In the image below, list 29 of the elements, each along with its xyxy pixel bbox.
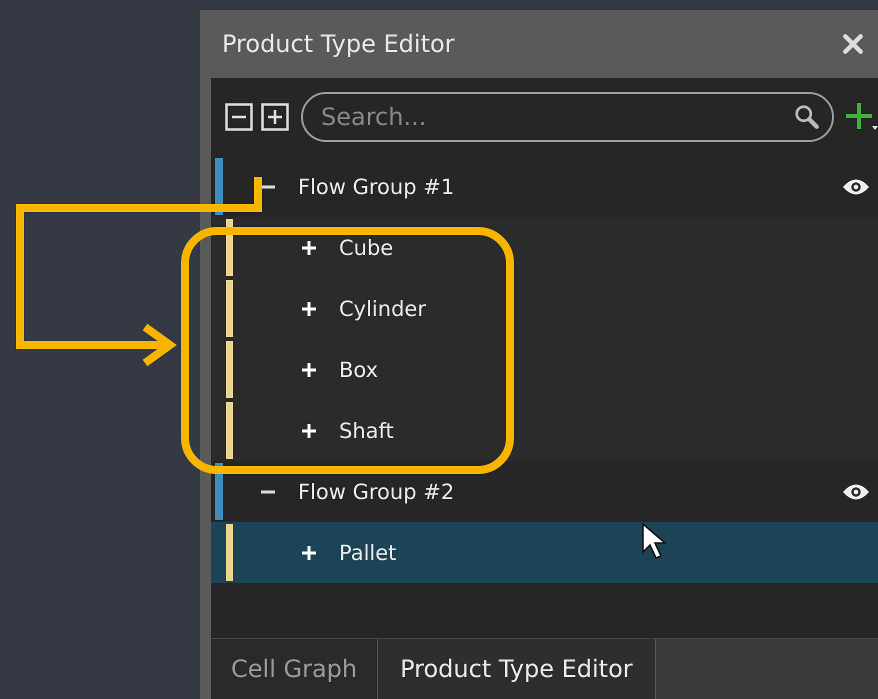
expand-icon[interactable] [301,544,317,560]
product-label: Pallet [339,540,398,564]
expand-icon[interactable] [301,422,317,438]
close-icon[interactable] [842,33,864,55]
tree-row[interactable]: Cylinder [211,278,878,339]
group-label: Flow Group #2 [298,480,456,504]
window-title: Product Type Editor [222,30,456,58]
eye-icon[interactable] [842,176,870,196]
product-label: Box [339,358,380,382]
eye-icon[interactable] [842,482,870,502]
tree-row[interactable]: Box [211,339,878,400]
search-icon [794,104,820,130]
collapse-all-icon[interactable] [225,103,253,131]
search-field[interactable]: Search... [301,92,834,142]
product-label: Cylinder [339,296,427,320]
expand-icon[interactable] [301,240,317,256]
search-input[interactable]: Search... [319,102,794,132]
cursor-icon [642,522,668,559]
product-label: Shaft [339,418,395,442]
tree-row[interactable]: Cube [211,217,878,278]
product-label: Cube [339,236,394,260]
group-label: Flow Group #1 [298,174,456,198]
tree-row[interactable]: Shaft [211,400,878,461]
tab[interactable]: Cell Graph [211,639,378,699]
tree-row[interactable]: Pallet [211,522,878,583]
expand-all-icon[interactable] [261,103,289,131]
expand-icon[interactable] [301,300,317,316]
expand-icon[interactable] [301,362,317,378]
tab[interactable]: Product Type Editor [378,639,656,699]
